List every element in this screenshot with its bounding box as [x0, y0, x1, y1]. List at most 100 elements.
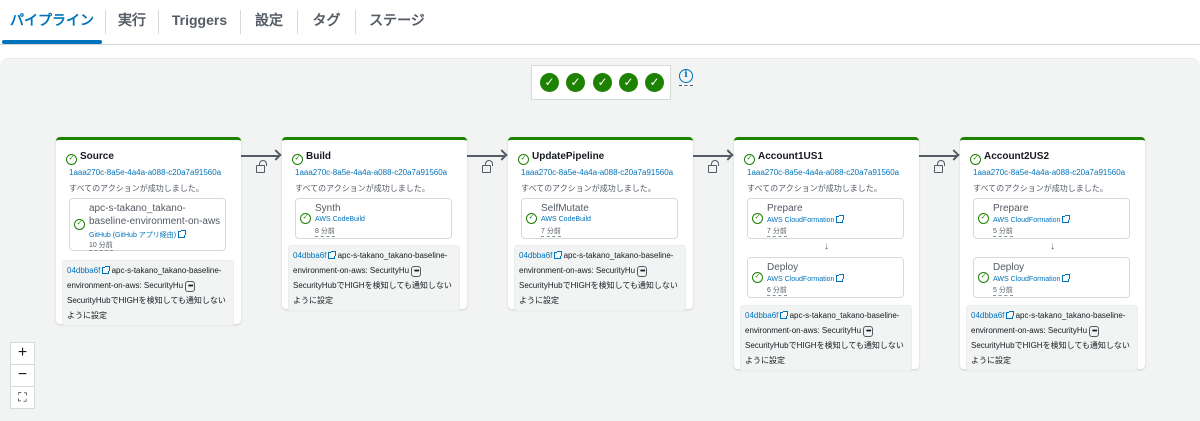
stage-status: すべてのアクションが成功しました。 — [521, 184, 656, 193]
action-card: ✓ Deploy AWS CloudFormation 5 分前 — [973, 257, 1130, 298]
more-icon[interactable]: ••• — [863, 326, 874, 337]
external-link-icon — [836, 274, 845, 282]
check-circle-icon: ✓ — [300, 213, 311, 224]
check-circle-icon: ✓ — [66, 154, 77, 165]
external-link-icon — [1062, 274, 1071, 282]
execution-id-link[interactable]: 1aaa270c-8a5e-4a4a-a088-c20a7a91560a — [747, 168, 899, 177]
commit-info: 04dbba6f apc-s-takano_takano-baseline-en… — [62, 260, 234, 326]
external-link-icon — [328, 251, 337, 259]
commit-message-rest: SecurityHubでHIGHを検知しても通知しないように設定 — [971, 341, 1130, 365]
info-icon[interactable]: i — [679, 69, 693, 83]
external-link-icon — [1006, 311, 1015, 319]
provider-label: AWS CloudFormation — [767, 276, 835, 283]
action-provider-link[interactable]: GitHub (GitHub アプリ経由) — [89, 230, 187, 240]
action-time: 8 分前 — [315, 228, 335, 237]
execution-id-link[interactable]: 1aaa270c-8a5e-4a4a-a088-c20a7a91560a — [69, 168, 221, 177]
action-name: Prepare — [993, 203, 1029, 214]
stage-title: ✓ Account1US1 — [744, 151, 823, 165]
unlock-icon[interactable] — [708, 160, 719, 173]
stage-title: ✓ UpdatePipeline — [518, 151, 604, 165]
external-link-icon — [102, 266, 111, 274]
stage-name: Account2US2 — [984, 151, 1050, 162]
stage-name: Account1US1 — [758, 151, 824, 162]
check-circle-icon: ✓ — [74, 219, 85, 230]
external-link-icon — [780, 311, 789, 319]
more-icon[interactable]: ••• — [1089, 326, 1100, 337]
commit-info: 04dbba6f apc-s-takano_takano-baseline-en… — [514, 245, 686, 311]
unlock-icon[interactable] — [482, 160, 493, 173]
check-circle-icon: ✓ — [752, 213, 763, 224]
stage-status: すべてのアクションが成功しました。 — [295, 184, 430, 193]
active-tab-indicator — [2, 40, 102, 44]
action-name: Deploy — [767, 262, 799, 273]
external-link-icon — [1062, 215, 1071, 223]
tab-executions[interactable]: 実行 — [106, 0, 158, 44]
unlock-icon[interactable] — [256, 160, 267, 173]
action-name: Deploy — [993, 262, 1025, 273]
provider-label: GitHub (GitHub アプリ経由) — [89, 232, 177, 239]
external-link-icon — [178, 230, 187, 238]
commit-hash-link[interactable]: 04dbba6f — [293, 251, 326, 260]
stage-name: Build — [306, 151, 331, 162]
more-icon[interactable]: ••• — [411, 266, 422, 277]
commit-info: 04dbba6f apc-s-takano_takano-baseline-en… — [288, 245, 460, 311]
check-circle-icon: ✓ — [978, 272, 989, 283]
pipeline-summary: ✓ ✓ ✓ ✓ ✓ — [531, 65, 671, 100]
stage-title: ✓ Account2US2 — [970, 151, 1049, 165]
action-card: ✓ Synth AWS CodeBuild 8 分前 — [295, 198, 452, 239]
provider-label: AWS CloudFormation — [767, 217, 835, 224]
check-circle-icon: ✓ — [970, 154, 981, 165]
tab-bar: パイプライン 実行 Triggers 設定 タグ ステージ — [0, 0, 1200, 45]
info-underline — [679, 85, 693, 86]
arrow-right-icon — [241, 149, 282, 161]
action-name: apc-s-takano_takano-baseline-environment… — [89, 203, 221, 227]
fit-view-button[interactable]: ⛶ — [10, 386, 35, 409]
check-circle-icon: ✓ — [744, 154, 755, 165]
action-provider-link[interactable]: AWS CloudFormation — [993, 215, 1071, 224]
execution-id-link[interactable]: 1aaa270c-8a5e-4a4a-a088-c20a7a91560a — [973, 168, 1125, 177]
commit-message-rest: SecurityHubでHIGHを検知しても通知しないように設定 — [67, 296, 226, 320]
check-circle-icon: ✓ — [619, 73, 638, 92]
action-card: ✓ Prepare AWS CloudFormation 5 分前 — [973, 198, 1130, 239]
provider-label: AWS CloudFormation — [993, 217, 1061, 224]
action-provider-link[interactable]: AWS CodeBuild — [541, 216, 591, 223]
arrow-right-icon — [919, 149, 960, 161]
stage-title: ✓ Source — [66, 151, 114, 165]
zoom-out-button[interactable]: − — [10, 364, 35, 387]
check-circle-icon: ✓ — [526, 213, 537, 224]
action-provider-link[interactable]: AWS CloudFormation — [993, 274, 1071, 283]
stage-status: すべてのアクションが成功しました。 — [69, 184, 204, 193]
commit-info: 04dbba6f apc-s-takano_takano-baseline-en… — [966, 305, 1138, 371]
action-provider-link[interactable]: AWS CloudFormation — [767, 215, 845, 224]
unlock-icon[interactable] — [934, 160, 945, 173]
action-time: 5 分前 — [993, 287, 1013, 296]
execution-id-link[interactable]: 1aaa270c-8a5e-4a4a-a088-c20a7a91560a — [521, 168, 673, 177]
action-provider-link[interactable]: AWS CodeBuild — [315, 216, 365, 223]
commit-hash-link[interactable]: 04dbba6f — [745, 311, 778, 320]
check-circle-icon: ✓ — [292, 154, 303, 165]
stage-status: すべてのアクションが成功しました。 — [973, 184, 1108, 193]
check-circle-icon: ✓ — [566, 73, 585, 92]
commit-hash-link[interactable]: 04dbba6f — [67, 266, 100, 275]
execution-id-link[interactable]: 1aaa270c-8a5e-4a4a-a088-c20a7a91560a — [295, 168, 447, 177]
stage-name: Source — [80, 151, 114, 162]
action-name: Synth — [315, 203, 341, 214]
more-icon[interactable]: ••• — [637, 266, 648, 277]
more-icon[interactable]: ••• — [185, 281, 196, 292]
check-circle-icon: ✓ — [593, 73, 612, 92]
zoom-in-button[interactable]: + — [10, 342, 35, 365]
tab-triggers[interactable]: Triggers — [159, 0, 240, 44]
tab-tags[interactable]: タグ — [298, 0, 355, 44]
provider-label: AWS CloudFormation — [993, 276, 1061, 283]
action-provider-link[interactable]: AWS CloudFormation — [767, 274, 845, 283]
action-card: ✓ Deploy AWS CloudFormation 6 分前 — [747, 257, 904, 298]
arrow-down-icon: ↓ — [1050, 241, 1055, 252]
tab-stages[interactable]: ステージ — [356, 0, 438, 44]
action-name: SelfMutate — [541, 203, 589, 214]
tab-pipeline[interactable]: パイプライン — [2, 0, 102, 44]
commit-hash-link[interactable]: 04dbba6f — [519, 251, 552, 260]
tab-settings[interactable]: 設定 — [241, 0, 297, 44]
action-card: ✓ SelfMutate AWS CodeBuild 7 分前 — [521, 198, 678, 239]
commit-hash-link[interactable]: 04dbba6f — [971, 311, 1004, 320]
action-name: Prepare — [767, 203, 803, 214]
